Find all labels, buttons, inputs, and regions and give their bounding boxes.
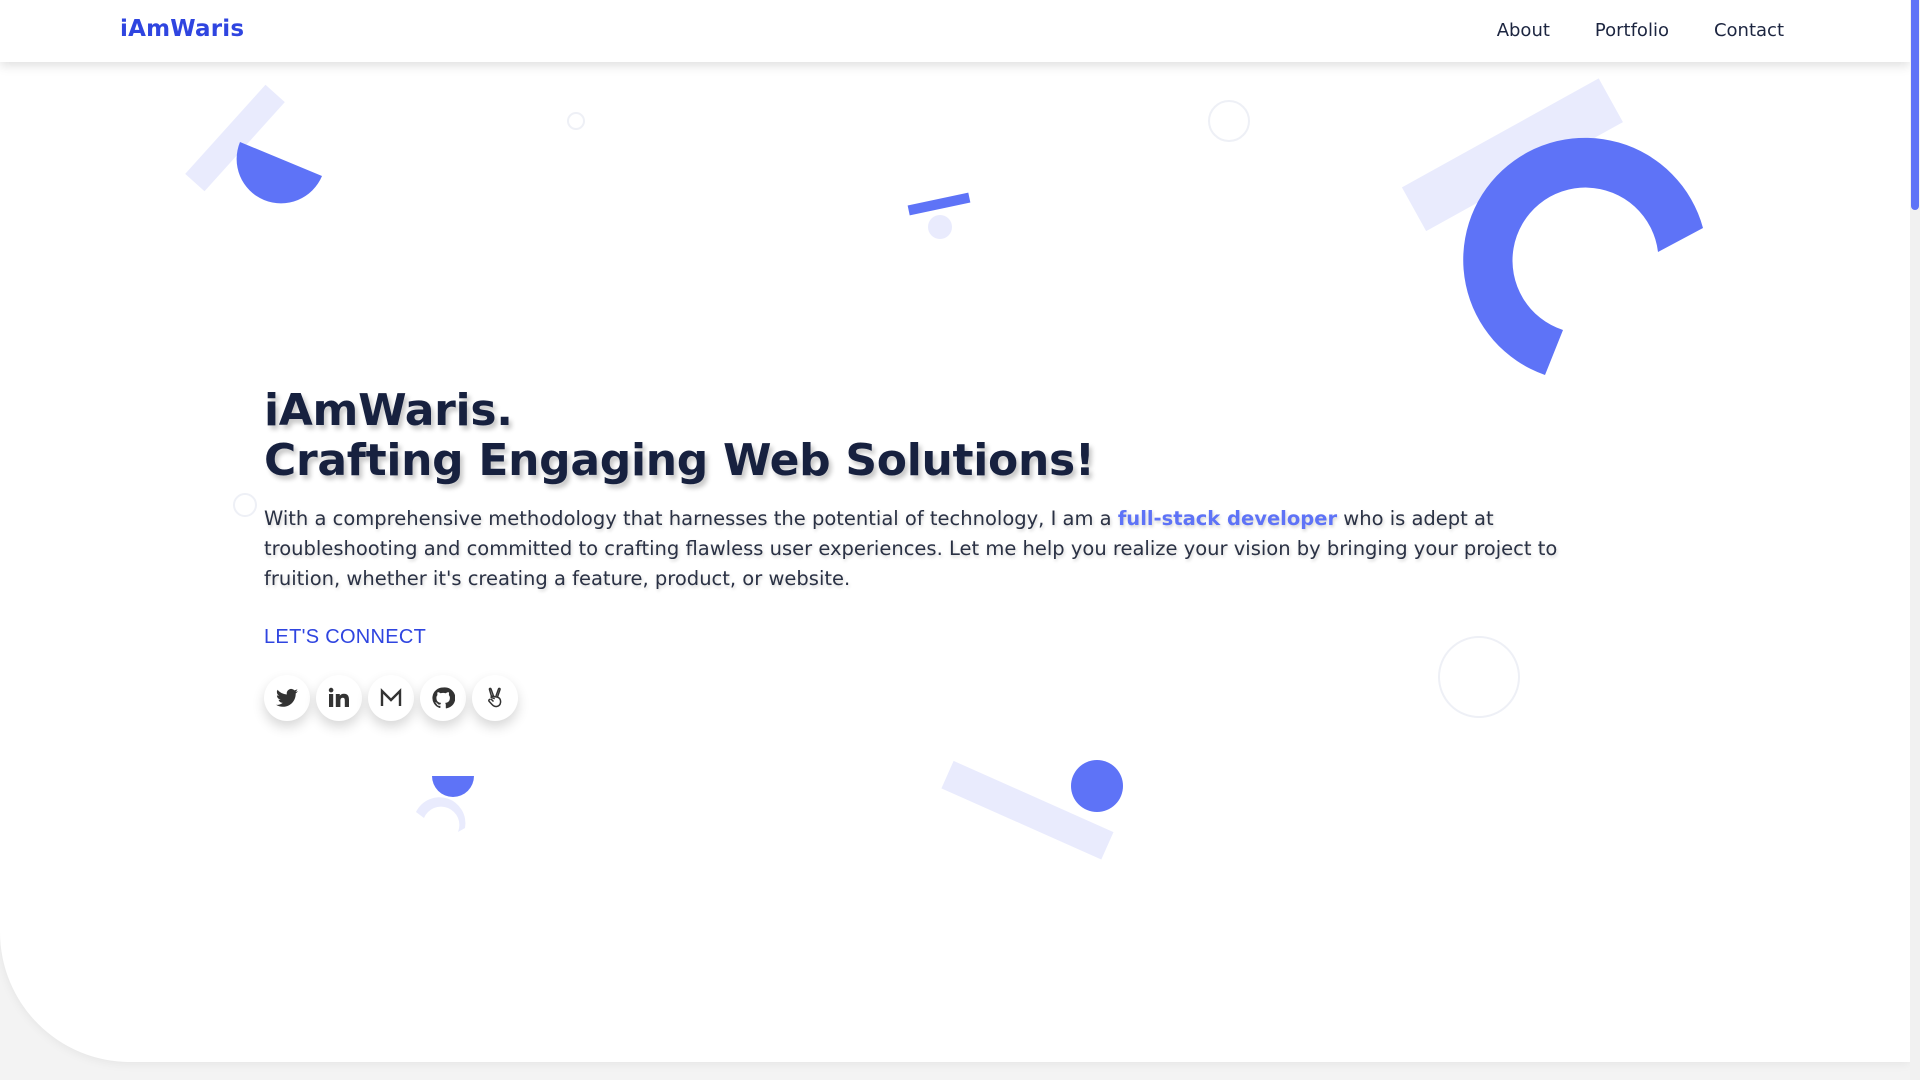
scrollbar-thumb[interactable] [1911,0,1919,210]
gmail-button[interactable] [368,675,414,721]
page-canvas: iAmWaris About Portfolio Contact iAmWari… [0,0,1910,1062]
hero-title-line1: iAmWaris. [264,385,513,436]
hero-title-line2: Crafting Engaging Web Solutions! [264,435,1095,486]
deco-ring [567,112,585,130]
nav-portfolio[interactable]: Portfolio [1595,20,1669,41]
hero-desc-text: With a comprehensive methodology that ha… [264,507,1118,530]
deco-dot [928,215,952,239]
hero-desc-highlight: full-stack developer [1117,507,1338,530]
hero-title: iAmWaris. Crafting Engaging Web Solution… [264,386,1594,486]
github-button[interactable] [420,675,466,721]
page-scrollbar[interactable] [1910,0,1920,1080]
angellist-button[interactable] [472,675,518,721]
github-icon [432,687,455,709]
lets-connect-link[interactable]: LET'S CONNECT [264,626,426,649]
nav-about[interactable]: About [1497,20,1550,41]
nav-contact[interactable]: Contact [1714,20,1784,41]
twitter-icon [276,688,298,707]
gmail-icon [380,688,402,706]
top-navbar: iAmWaris About Portfolio Contact [0,0,1910,62]
linkedin-icon [328,687,349,707]
deco-arc [416,797,466,832]
linkedin-button[interactable] [316,675,362,721]
nav-links: About Portfolio Contact [1497,20,1784,41]
deco-half-disc [432,776,474,797]
deco-half-disc [236,142,322,204]
twitter-button[interactable] [264,675,310,721]
brand-logo[interactable]: iAmWaris [120,16,244,42]
social-links [264,675,1594,721]
deco-ring [1208,100,1250,142]
deco-dot [1071,760,1123,812]
deco-arc [1463,137,1703,375]
angellist-icon [488,687,502,708]
deco-bar [907,192,971,216]
hero-section: iAmWaris. Crafting Engaging Web Solution… [264,386,1594,721]
deco-ring [233,493,257,517]
hero-description: With a comprehensive methodology that ha… [264,504,1584,594]
